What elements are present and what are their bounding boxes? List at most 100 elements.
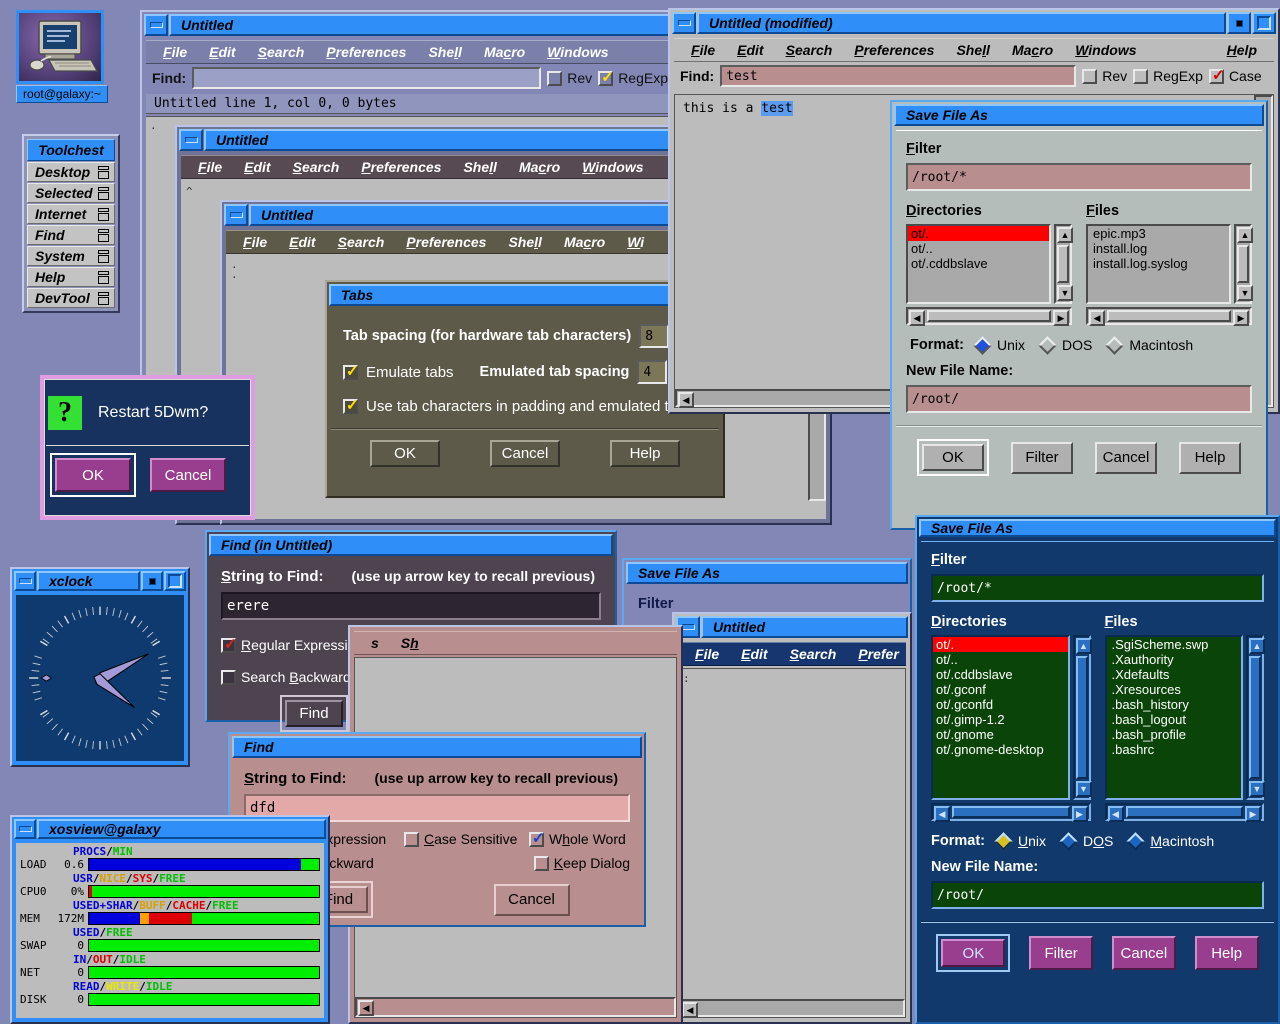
- checkbox-case-sensitive[interactable]: Case Sensitive: [404, 831, 529, 847]
- scrollbar-thumb[interactable]: [1057, 245, 1069, 283]
- menu-shell[interactable]: Shell: [945, 42, 1000, 58]
- ok-button[interactable]: OK: [370, 440, 440, 467]
- find-button[interactable]: Find: [285, 700, 343, 727]
- directories-list[interactable]: ot/. ot/.. ot/.cddbslave ot/.gconf ot/.g…: [931, 635, 1070, 800]
- checkbox-box[interactable]: ✓: [221, 637, 237, 653]
- list-item[interactable]: .Xresources: [1107, 682, 1242, 697]
- toolchest-item-devtool[interactable]: DevTool: [27, 288, 115, 308]
- radio-diamond[interactable]: [1105, 335, 1125, 355]
- scrollbar-thumb[interactable]: [1249, 656, 1261, 779]
- checkbox-rev[interactable]: Rev: [1082, 68, 1127, 84]
- files-vscrollbar[interactable]: ▲ ▼: [1234, 224, 1253, 304]
- radio-format-macintosh[interactable]: Macintosh: [1105, 335, 1193, 355]
- list-item[interactable]: .SgiScheme.swp: [1107, 637, 1242, 652]
- scroll-right-arrow[interactable]: ▶: [1233, 310, 1249, 326]
- radio-diamond[interactable]: [1126, 831, 1146, 851]
- checkbox-box[interactable]: [1082, 68, 1098, 84]
- scroll-left-arrow[interactable]: ◀: [358, 1000, 374, 1016]
- horizontal-scrollbar[interactable]: ◀: [355, 997, 676, 1017]
- scrollbar-thumb[interactable]: [1125, 806, 1243, 818]
- checkbox-regexp[interactable]: RegExp: [1133, 68, 1203, 84]
- checkbox-emulate-tabs[interactable]: ✓: [343, 364, 359, 380]
- checkbox-case[interactable]: ✓ Case: [1208, 68, 1262, 84]
- radio-format-unix[interactable]: Unix: [994, 831, 1046, 851]
- window-menu-button[interactable]: [224, 204, 248, 226]
- list-item[interactable]: .bash_profile: [1107, 727, 1242, 742]
- checkbox-box[interactable]: [221, 669, 236, 685]
- list-item[interactable]: ot/..: [933, 652, 1068, 667]
- radio-diamond[interactable]: [1059, 831, 1078, 851]
- scrollbar-thumb[interactable]: [1075, 656, 1088, 779]
- dialog-restart-5dwm[interactable]: ? Restart 5Dwm? OK Cancel: [40, 375, 255, 520]
- menu-search[interactable]: Search: [327, 234, 396, 250]
- checkbox-box[interactable]: [1133, 68, 1149, 84]
- list-item[interactable]: ot/.cddbslave: [908, 256, 1049, 271]
- checkbox-regexp[interactable]: ✓ RegExp: [598, 70, 668, 86]
- menu-file[interactable]: File: [232, 234, 278, 250]
- scroll-left-arrow[interactable]: ◀: [1089, 310, 1105, 326]
- list-item[interactable]: .Xdefaults: [1107, 667, 1242, 682]
- menu-file[interactable]: File: [684, 646, 730, 662]
- desktop-icon-root-home[interactable]: root@galaxy:~: [16, 10, 108, 103]
- menu-shell[interactable]: Shell: [417, 44, 472, 60]
- window-menu-button[interactable]: [144, 14, 168, 36]
- ok-button[interactable]: OK: [941, 939, 1006, 967]
- list-item[interactable]: ot/.gimp-1.2: [933, 712, 1068, 727]
- filter-input[interactable]: /root/*: [931, 574, 1264, 602]
- checkbox-search-backward[interactable]: Search Backward: [221, 669, 351, 685]
- scroll-up-arrow[interactable]: ▲: [1237, 227, 1253, 243]
- titlebar[interactable]: Find: [232, 736, 642, 758]
- dialog-save-file-as-blue[interactable]: Save File As Filter /root/* Directories …: [915, 515, 1280, 1024]
- list-item[interactable]: ot/.gconf: [933, 682, 1068, 697]
- list-item[interactable]: .bash_logout: [1107, 712, 1242, 727]
- filter-button[interactable]: Filter: [1029, 936, 1094, 970]
- directories-list[interactable]: ot/. ot/.. ot/.cddbslave: [906, 224, 1051, 304]
- list-item[interactable]: install.log.syslog: [1088, 256, 1229, 271]
- toolchest-item-selected[interactable]: Selected: [27, 183, 115, 203]
- scroll-right-arrow[interactable]: ▶: [1071, 806, 1088, 822]
- menu-shell[interactable]: Shell: [452, 159, 507, 175]
- help-button[interactable]: Help: [1179, 441, 1241, 474]
- files-list[interactable]: epic.mp3 install.log install.log.syslog: [1086, 224, 1231, 304]
- menu-preferences[interactable]: Preferences: [315, 44, 417, 60]
- help-button[interactable]: Help: [610, 440, 680, 467]
- cancel-button[interactable]: Cancel: [490, 440, 560, 467]
- scroll-down-arrow[interactable]: ▼: [1249, 781, 1265, 797]
- ok-button[interactable]: OK: [55, 458, 131, 492]
- window-xclock[interactable]: xclock: [10, 567, 190, 767]
- toolchest-item-find[interactable]: Find: [27, 225, 115, 245]
- checkbox-box[interactable]: ✓: [1208, 68, 1225, 84]
- radio-diamond-selected[interactable]: [994, 831, 1013, 851]
- window-menu-button[interactable]: [179, 129, 203, 151]
- directories-vscrollbar[interactable]: ▲ ▼: [1072, 635, 1092, 800]
- titlebar[interactable]: Save File As: [626, 562, 908, 584]
- list-item[interactable]: .bashrc: [1107, 742, 1242, 757]
- checkbox-box[interactable]: [404, 831, 419, 847]
- directories-hscrollbar[interactable]: ◀ ▶: [906, 307, 1072, 326]
- find-input[interactable]: test: [720, 65, 1077, 87]
- radio-format-unix[interactable]: Unix: [973, 335, 1025, 355]
- minimize-button[interactable]: [1227, 12, 1251, 34]
- scroll-right-arrow[interactable]: ▶: [1053, 310, 1069, 326]
- files-vscrollbar[interactable]: ▲ ▼: [1246, 635, 1265, 800]
- list-item[interactable]: ot/.gconfd: [933, 697, 1068, 712]
- menubar[interactable]: File Edit Search Prefer: [678, 642, 906, 666]
- minimize-button[interactable]: [141, 571, 163, 591]
- menu-partial-s[interactable]: s: [360, 635, 390, 651]
- menu-file[interactable]: File: [152, 44, 198, 60]
- files-hscrollbar[interactable]: ◀ ▶: [1086, 307, 1252, 326]
- titlebar[interactable]: Tabs: [329, 284, 721, 306]
- tab-spacing-input[interactable]: 8: [639, 324, 670, 348]
- help-button[interactable]: Help: [1194, 936, 1259, 970]
- newfile-input[interactable]: /root/: [931, 881, 1264, 909]
- maximize-button[interactable]: [164, 571, 186, 591]
- scroll-down-arrow[interactable]: ▼: [1075, 781, 1092, 797]
- menu-preferences[interactable]: Preferences: [350, 159, 452, 175]
- menu-windows[interactable]: Windows: [536, 44, 619, 60]
- menu-edit[interactable]: Edit: [726, 42, 774, 58]
- menu-preferences[interactable]: Preferences: [395, 234, 497, 250]
- radio-diamond[interactable]: [1038, 335, 1057, 355]
- titlebar[interactable]: Find (in Untitled): [209, 534, 613, 556]
- menu-shell[interactable]: Sh: [390, 635, 430, 651]
- scroll-right-arrow[interactable]: ▶: [1245, 806, 1261, 822]
